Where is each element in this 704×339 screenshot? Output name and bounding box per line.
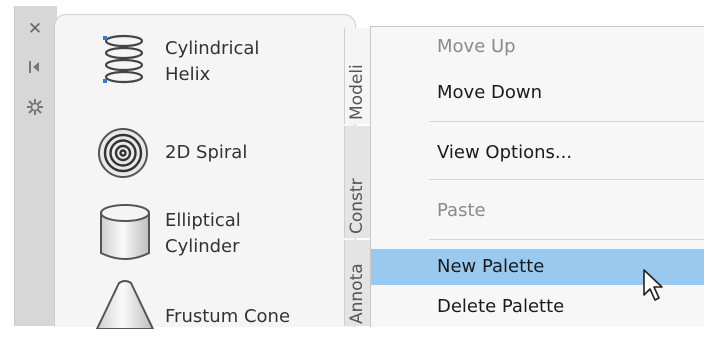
tab-annotation[interactable]: Annota — [344, 240, 372, 326]
menu-item-label: New Palette — [437, 256, 545, 277]
tab-modeling[interactable]: Modeli — [344, 28, 372, 124]
menu-item-label: View Options... — [437, 142, 573, 163]
palette-titlebar-strip: ✕ — [14, 6, 57, 326]
tool-cylindrical-helix[interactable]: Cylindrical Helix — [55, 31, 345, 91]
close-icon[interactable]: ✕ — [25, 20, 45, 38]
menu-separator — [429, 121, 704, 122]
tool-label: Elliptical — [165, 210, 241, 231]
menu-item-label: Move Up — [437, 36, 516, 57]
properties-icon[interactable] — [25, 98, 45, 116]
menu-item-view-options[interactable]: View Options... — [371, 135, 704, 171]
tool-label: 2D Spiral — [165, 142, 248, 163]
frustum-cone-icon — [95, 280, 155, 329]
menu-separator — [429, 179, 704, 180]
tool-2d-spiral[interactable]: 2D Spiral — [55, 125, 345, 185]
tool-label: Cylinder — [165, 236, 240, 257]
auto-hide-icon[interactable] — [25, 60, 45, 78]
mouse-cursor-icon — [643, 269, 663, 301]
menu-item-move-up[interactable]: Move Up — [371, 29, 704, 65]
tool-elliptical-cylinder[interactable]: Elliptical Cylinder — [55, 201, 345, 261]
menu-item-label: Move Down — [437, 82, 542, 103]
tool-frustum-cone[interactable]: Frustum Cone — [55, 279, 345, 339]
tab-label: Modeli — [347, 64, 367, 120]
elliptical-cylinder-icon — [100, 204, 150, 260]
menu-item-label: Delete Palette — [437, 296, 565, 317]
menu-item-paste[interactable]: Paste — [371, 193, 704, 229]
menu-item-move-down[interactable]: Move Down — [371, 75, 704, 111]
tool-palette-panel: Cylindrical Helix 2D Spiral Elliptical C… — [54, 14, 356, 329]
tab-label: Constr — [347, 178, 367, 234]
menu-item-label: Paste — [437, 200, 486, 221]
tab-constraints[interactable]: Constr — [344, 126, 372, 238]
tool-label: Helix — [165, 64, 211, 85]
tool-label: Frustum Cone — [165, 306, 291, 327]
tool-label: Cylindrical — [165, 38, 260, 59]
menu-separator — [429, 239, 704, 240]
spiral-icon — [98, 128, 148, 178]
helix-icon — [103, 34, 144, 84]
tab-label: Annota — [347, 263, 367, 324]
